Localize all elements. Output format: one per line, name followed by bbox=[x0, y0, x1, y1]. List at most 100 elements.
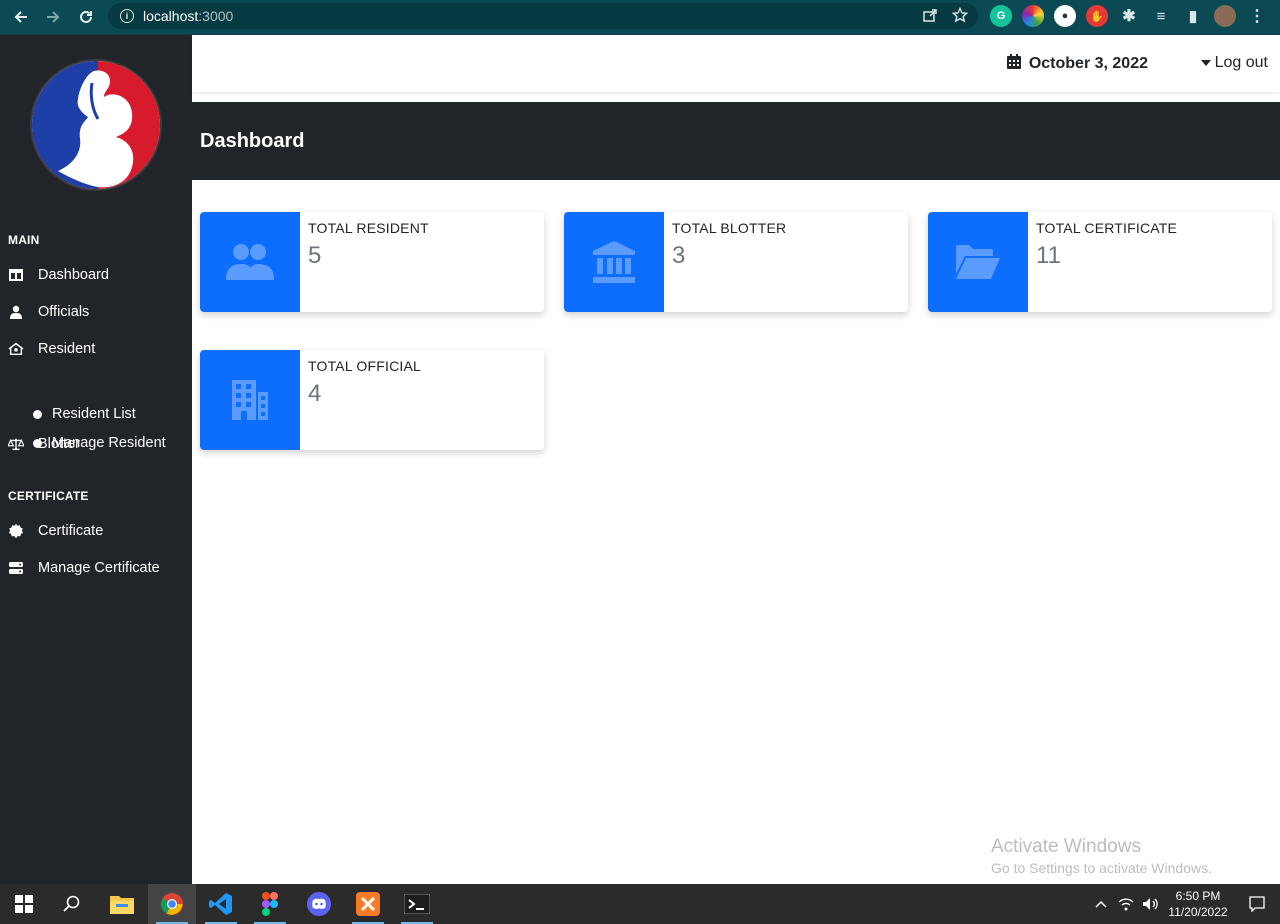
taskbar-chrome[interactable] bbox=[148, 884, 196, 924]
color-picker-icon[interactable] bbox=[1022, 5, 1044, 27]
section-title-main: MAIN bbox=[8, 233, 40, 247]
card-value: 11 bbox=[1036, 242, 1061, 269]
card-label: TOTAL CERTIFICATE bbox=[1036, 220, 1178, 236]
kebab-menu-icon[interactable]: ⋮ bbox=[1246, 5, 1268, 27]
start-button[interactable] bbox=[0, 884, 48, 924]
card-total-official: TOTAL OFFICIAL 4 bbox=[200, 350, 544, 450]
building-icon bbox=[232, 380, 268, 420]
bullet-icon bbox=[33, 409, 42, 419]
sidebar-item-manage-certificate[interactable]: Manage Certificate bbox=[0, 553, 192, 583]
sidebar-subitem-resident-list[interactable]: Resident List bbox=[0, 401, 192, 427]
media-control-icon[interactable]: ≡ bbox=[1150, 5, 1172, 27]
top-header: October 3, 2022 Log out bbox=[192, 35, 1280, 92]
side-panel-icon[interactable]: ▮ bbox=[1182, 5, 1204, 27]
bookmark-star-icon[interactable] bbox=[952, 7, 968, 23]
url-host: localhost bbox=[143, 8, 199, 24]
extensions-area: G ● ✋ ✱ ≡ ▮ ⋮ bbox=[990, 5, 1268, 27]
sidebar: MAIN Dashboard Officials Resident Reside… bbox=[0, 35, 192, 884]
terminal-icon bbox=[404, 894, 430, 914]
system-tray: 6:50 PM 11/20/2022 bbox=[1088, 884, 1280, 924]
sidebar-item-dashboard[interactable]: Dashboard bbox=[0, 260, 192, 290]
sidebar-item-resident[interactable]: Resident bbox=[0, 334, 192, 364]
taskbar-figma[interactable] bbox=[246, 884, 294, 924]
calendar-icon bbox=[1006, 54, 1021, 74]
arrow-left-icon bbox=[14, 11, 27, 23]
card-total-blotter: TOTAL BLOTTER 3 bbox=[564, 212, 908, 312]
sidebar-item-label: Blotter bbox=[38, 436, 80, 452]
sidebar-item-label: Dashboard bbox=[38, 267, 109, 283]
logout-dropdown[interactable]: Log out bbox=[1200, 54, 1268, 72]
wifi-icon[interactable] bbox=[1114, 897, 1138, 911]
sidebar-item-officials[interactable]: Officials bbox=[0, 297, 192, 327]
grammarly-icon[interactable]: G bbox=[990, 5, 1012, 27]
forward-button[interactable] bbox=[37, 1, 69, 33]
extension-icon[interactable]: ● bbox=[1054, 5, 1076, 27]
certificate-icon bbox=[8, 523, 24, 539]
sidebar-item-label: Resident List bbox=[52, 406, 136, 422]
url-port: :3000 bbox=[198, 8, 234, 24]
landmark-icon bbox=[593, 241, 635, 283]
house-user-icon bbox=[8, 341, 24, 357]
taskbar-vscode[interactable] bbox=[197, 884, 245, 924]
taskbar-discord[interactable] bbox=[295, 884, 343, 924]
card-icon-box bbox=[928, 212, 1028, 312]
taskbar-terminal[interactable] bbox=[393, 884, 441, 924]
page-title: Dashboard bbox=[200, 130, 305, 152]
figma-icon bbox=[262, 892, 278, 916]
browser-toolbar: i localhost:3000 G ● ✋ ✱ ≡ ▮ ⋮ bbox=[0, 0, 1280, 35]
address-bar[interactable]: i localhost:3000 bbox=[108, 3, 978, 29]
vscode-icon bbox=[209, 893, 232, 915]
server-icon bbox=[8, 560, 24, 576]
taskbar-clock[interactable]: 6:50 PM 11/20/2022 bbox=[1162, 888, 1234, 920]
card-label: TOTAL RESIDENT bbox=[308, 220, 429, 236]
section-title-certificate: CERTIFICATE bbox=[8, 489, 89, 503]
user-tie-icon bbox=[8, 304, 24, 320]
taskbar-xampp[interactable] bbox=[344, 884, 392, 924]
profile-avatar-icon[interactable] bbox=[1214, 5, 1236, 27]
reload-button[interactable] bbox=[70, 1, 102, 33]
chrome-icon bbox=[161, 893, 183, 915]
card-icon-box bbox=[200, 350, 300, 450]
card-total-resident: TOTAL RESIDENT 5 bbox=[200, 212, 544, 312]
sidebar-item-blotter[interactable]: Blotter bbox=[0, 429, 192, 459]
clock-time: 6:50 PM bbox=[1175, 889, 1221, 903]
notification-icon[interactable] bbox=[1234, 896, 1280, 912]
card-label: TOTAL BLOTTER bbox=[672, 220, 787, 236]
clock-date: 11/20/2022 bbox=[1168, 905, 1228, 919]
card-value: 5 bbox=[308, 242, 322, 269]
back-button[interactable] bbox=[5, 1, 37, 33]
card-value: 3 bbox=[672, 242, 686, 269]
activate-windows-title: Activate Windows bbox=[991, 836, 1141, 857]
reload-icon bbox=[80, 10, 92, 23]
users-icon bbox=[226, 244, 274, 280]
date-text: October 3, 2022 bbox=[1028, 55, 1148, 72]
taskbar-file-explorer[interactable] bbox=[98, 884, 146, 924]
site-info-icon[interactable]: i bbox=[120, 9, 134, 23]
windows-logo-icon bbox=[15, 895, 33, 913]
scale-balanced-icon bbox=[8, 436, 24, 452]
caret-down-icon bbox=[1200, 60, 1211, 66]
arrow-right-icon bbox=[47, 11, 60, 23]
folder-icon bbox=[110, 896, 134, 914]
share-icon[interactable] bbox=[922, 7, 938, 23]
sidebar-item-label: Officials bbox=[38, 304, 90, 320]
card-icon-box bbox=[564, 212, 664, 312]
sidebar-item-certificate[interactable]: Certificate bbox=[0, 516, 192, 546]
card-label: TOTAL OFFICIAL bbox=[308, 358, 422, 374]
volume-icon[interactable] bbox=[1138, 897, 1162, 911]
xampp-icon bbox=[356, 892, 380, 916]
chevron-up-icon[interactable] bbox=[1088, 900, 1114, 908]
page-header: Dashboard bbox=[192, 102, 1280, 180]
card-icon-box bbox=[200, 212, 300, 312]
puzzle-icon[interactable]: ✱ bbox=[1118, 5, 1140, 27]
discord-icon bbox=[307, 892, 331, 916]
card-total-certificate: TOTAL CERTIFICATE 11 bbox=[928, 212, 1272, 312]
search-button[interactable] bbox=[48, 884, 96, 924]
logout-label: Log out bbox=[1214, 54, 1268, 71]
table-columns-icon bbox=[8, 267, 24, 283]
sidebar-item-label: Certificate bbox=[38, 523, 104, 539]
folder-open-icon bbox=[956, 245, 1000, 279]
sidebar-item-label: Resident bbox=[38, 341, 96, 357]
adblock-icon[interactable]: ✋ bbox=[1086, 5, 1108, 27]
sidebar-item-label: Manage Certificate bbox=[38, 560, 160, 576]
